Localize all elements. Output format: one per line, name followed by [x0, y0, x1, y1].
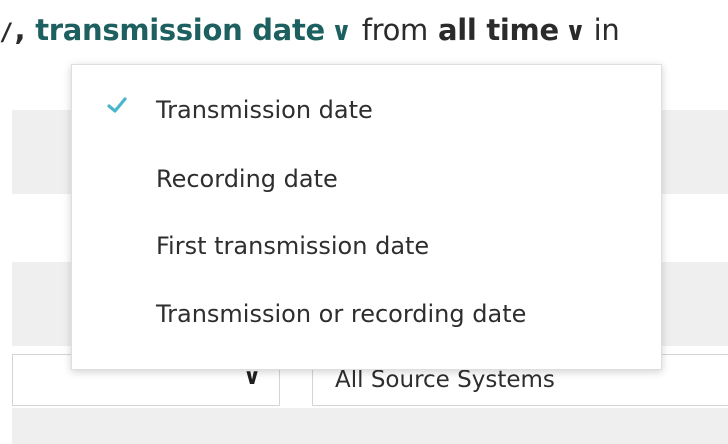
comma-separator: ,: [14, 13, 26, 47]
chevron-down-icon: ∨: [564, 17, 586, 47]
dropdown-option-recording-date[interactable]: Recording date: [72, 149, 661, 209]
in-word: in: [593, 13, 620, 47]
date-type-label: transmission date: [35, 13, 325, 47]
check-icon: [107, 97, 127, 113]
search-filter-page: / , transmission date ∨ from all time ∨ in…: [0, 0, 728, 444]
time-range-selector[interactable]: all time ∨: [438, 8, 586, 54]
date-type-selector[interactable]: transmission date ∨: [35, 8, 352, 54]
dropdown-option-label: Transmission date: [156, 96, 373, 124]
filter-sentence: / , transmission date ∨ from all time ∨ in: [0, 8, 620, 54]
dropdown-option-label: Recording date: [156, 165, 338, 193]
dropdown-option-transmission-or-recording-date[interactable]: Transmission or recording date: [72, 284, 661, 344]
form-row-background: [12, 408, 728, 444]
dropdown-option-first-transmission-date[interactable]: First transmission date: [72, 216, 661, 276]
source-systems-value: All Source Systems: [335, 367, 555, 393]
chevron-down-icon: ∨: [330, 17, 352, 47]
time-range-label: all time: [437, 13, 559, 47]
dropdown-option-label: First transmission date: [156, 232, 430, 260]
partial-fragment: /: [0, 18, 13, 46]
dropdown-option-label: Transmission or recording date: [156, 300, 527, 328]
from-word: from: [361, 13, 429, 47]
dropdown-option-transmission-date[interactable]: Transmission date: [72, 80, 661, 140]
date-type-dropdown-menu: Transmission date Recording date First t…: [71, 64, 662, 370]
